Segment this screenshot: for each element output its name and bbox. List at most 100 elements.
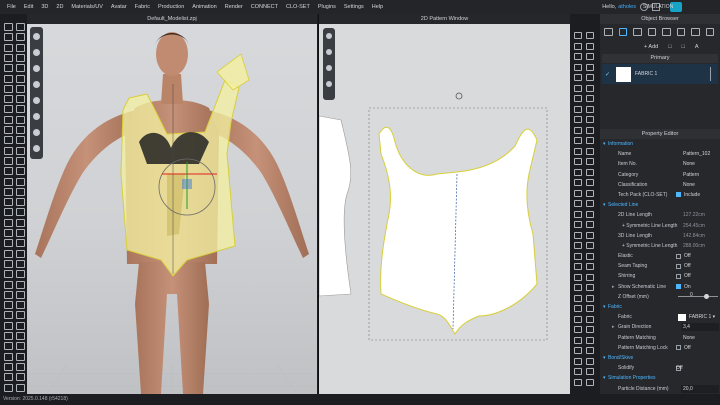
tool-icon[interactable]: [15, 22, 25, 31]
section-header[interactable]: ▾ Selected Line: [600, 200, 720, 210]
pattern-tool-icon[interactable]: [574, 357, 582, 365]
grain-icon[interactable]: [326, 49, 332, 55]
collapse-arrow-icon[interactable]: ▾: [603, 202, 606, 208]
pattern-tool-icon[interactable]: [574, 189, 582, 197]
tool-icon[interactable]: [15, 84, 25, 93]
toggle-checkbox[interactable]: [676, 192, 681, 198]
section-header[interactable]: ▾ Information: [600, 139, 720, 149]
pattern-tool-icon[interactable]: [574, 147, 582, 155]
tool-icon[interactable]: [3, 22, 13, 31]
menu-avatar[interactable]: Avatar: [107, 0, 131, 14]
view-option-icon[interactable]: [33, 33, 40, 40]
property-value[interactable]: Pattern_102: [683, 151, 710, 157]
pattern-tool-icon[interactable]: [574, 315, 582, 323]
tool-icon[interactable]: [3, 84, 13, 93]
tool-icon[interactable]: [3, 156, 13, 165]
trim-tab-icon[interactable]: [691, 28, 700, 36]
pattern-tool-icon[interactable]: [574, 294, 582, 302]
pattern-tool-icon[interactable]: [574, 326, 582, 333]
pattern-tool-icon[interactable]: [586, 326, 594, 333]
tool-icon[interactable]: [15, 249, 25, 258]
pattern-tool-icon[interactable]: [574, 126, 582, 134]
tool-icon[interactable]: [15, 238, 25, 248]
pattern-tool-icon[interactable]: [574, 42, 582, 50]
collapse-arrow-icon[interactable]: ▾: [603, 141, 606, 147]
light-icon[interactable]: [33, 97, 40, 104]
menu-animation[interactable]: Animation: [188, 0, 220, 14]
tool-icon[interactable]: [15, 218, 25, 227]
pattern-tool-icon[interactable]: [574, 116, 582, 123]
tool-icon[interactable]: [15, 228, 25, 237]
tool-icon[interactable]: [15, 331, 25, 340]
pattern-tool-icon[interactable]: [586, 242, 594, 249]
pattern-tool-icon[interactable]: [574, 137, 582, 144]
tool-icon[interactable]: [3, 94, 13, 104]
tool-icon[interactable]: [15, 310, 25, 320]
value-slider[interactable]: [678, 294, 718, 300]
tool-icon[interactable]: [3, 280, 13, 289]
scene-tab-icon[interactable]: [604, 28, 613, 36]
tool-icon[interactable]: [3, 290, 13, 299]
menu-edit[interactable]: Edit: [20, 0, 37, 14]
pattern-option-icon[interactable]: [326, 33, 332, 39]
pattern-tool-icon[interactable]: [586, 210, 594, 218]
collapse-arrow-icon[interactable]: ▾: [603, 304, 606, 310]
pattern-tool-icon[interactable]: [586, 315, 594, 323]
tool-icon[interactable]: [15, 352, 25, 361]
more-tab-icon[interactable]: [705, 28, 714, 36]
tool-icon[interactable]: [3, 177, 13, 186]
fabric-options-icon[interactable]: [710, 67, 716, 81]
measure-icon[interactable]: [33, 145, 40, 152]
pattern-tool-icon[interactable]: [586, 347, 594, 354]
pattern-tool-icon[interactable]: [586, 305, 594, 312]
pattern-tool-icon[interactable]: [586, 147, 594, 155]
property-value[interactable]: Off: [684, 253, 691, 259]
toggle-checkbox[interactable]: [676, 345, 681, 351]
tool-icon[interactable]: [3, 146, 13, 155]
expand-arrow-icon[interactable]: ▸: [612, 324, 615, 330]
tool-icon[interactable]: [15, 197, 25, 207]
pattern-tool-icon[interactable]: [574, 105, 582, 113]
graphic-tab-icon[interactable]: [676, 28, 685, 36]
camera-icon[interactable]: [33, 129, 40, 136]
expand-arrow-icon[interactable]: ▸: [612, 284, 615, 290]
pattern-tool-icon[interactable]: [586, 116, 594, 123]
button-tab-icon[interactable]: [633, 28, 642, 36]
tool-icon[interactable]: [15, 321, 25, 330]
toggle-checkbox[interactable]: [676, 263, 681, 269]
garment-3d[interactable]: [120, 53, 250, 277]
menu-file[interactable]: File: [3, 0, 20, 14]
pattern-tool-icon[interactable]: [574, 252, 582, 260]
property-value[interactable]: 0: [690, 292, 693, 298]
pattern-tool-icon[interactable]: [586, 221, 594, 228]
pattern-tool-icon[interactable]: [574, 263, 582, 270]
menu-2d[interactable]: 2D: [52, 0, 67, 14]
tool-icon[interactable]: [15, 362, 25, 371]
buttonhole-tab-icon[interactable]: [647, 28, 656, 36]
pattern-tool-icon[interactable]: [586, 368, 594, 375]
pattern-tool-icon[interactable]: [574, 284, 582, 291]
property-value[interactable]: Off: [676, 365, 683, 371]
property-value[interactable]: Off: [684, 273, 691, 279]
collapse-arrow-icon[interactable]: ▾: [603, 355, 606, 361]
pattern-tool-icon[interactable]: [574, 63, 582, 71]
pattern-tool-icon[interactable]: [574, 95, 582, 102]
tool-icon[interactable]: [15, 104, 25, 114]
tool-icon[interactable]: [15, 341, 25, 351]
tool-icon[interactable]: [15, 372, 25, 382]
tool-icon[interactable]: [3, 300, 13, 310]
pattern-tool-icon[interactable]: [574, 231, 582, 239]
property-value[interactable]: None: [683, 161, 695, 167]
menu-settings[interactable]: Settings: [340, 0, 368, 14]
tool-icon[interactable]: [3, 197, 13, 207]
fabric-display-icon[interactable]: [326, 65, 332, 71]
menu-connect[interactable]: CONNECT: [247, 0, 282, 14]
pattern-tool-icon[interactable]: [574, 378, 582, 386]
property-value[interactable]: None: [683, 182, 695, 188]
pattern-tool-icon[interactable]: [586, 42, 594, 50]
tool-icon[interactable]: [15, 94, 25, 104]
tool-icon[interactable]: [3, 321, 13, 330]
pattern-tool-icon[interactable]: [574, 242, 582, 249]
pattern-tool-icon[interactable]: [586, 74, 594, 81]
pattern-tool-icon[interactable]: [574, 158, 582, 165]
